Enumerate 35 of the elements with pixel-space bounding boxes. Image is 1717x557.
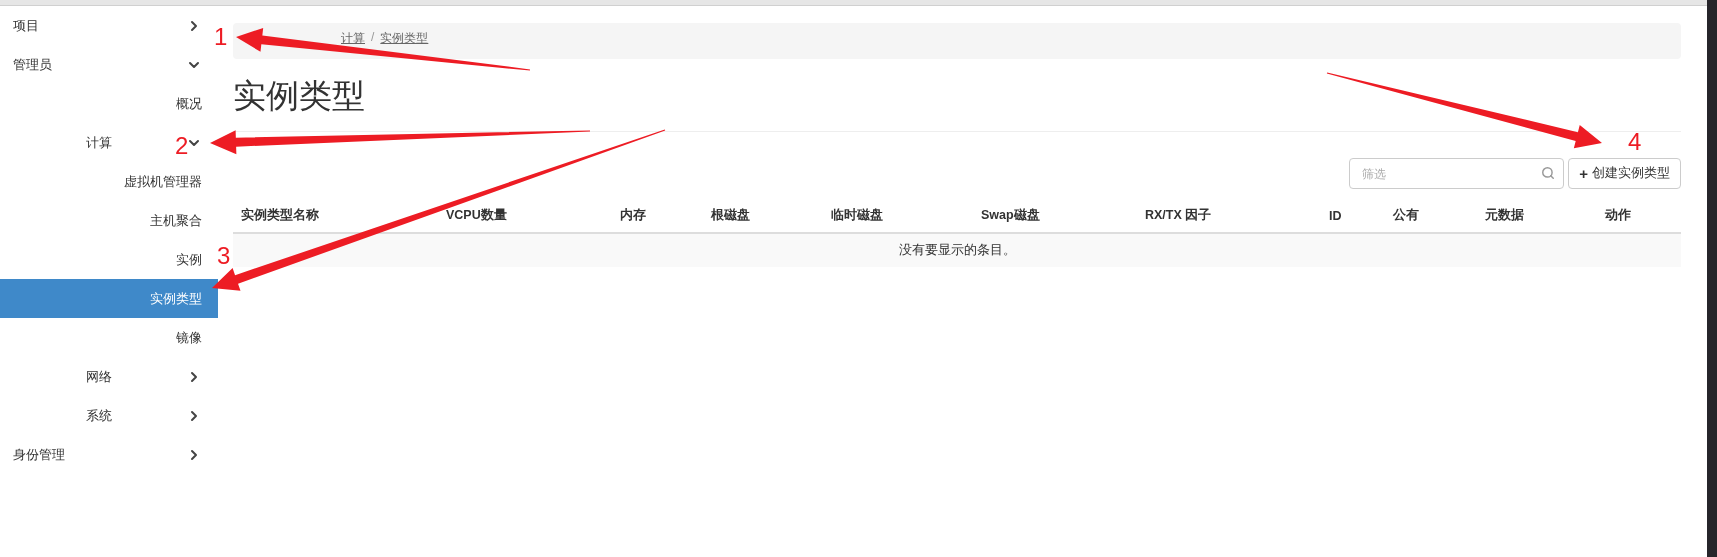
sidebar-item[interactable]: 镜像 — [0, 318, 218, 357]
breadcrumb-link[interactable]: 计算 — [341, 30, 365, 47]
page-title: 实例类型 — [233, 76, 365, 116]
column-header: VCPU数量 — [445, 207, 508, 224]
column-header: RX/TX 因子 — [1144, 207, 1213, 224]
column-header: Swap磁盘 — [980, 207, 1041, 224]
column-header: 元数据 — [1484, 207, 1525, 224]
column-header: 动作 — [1604, 207, 1632, 224]
filter-field[interactable]: 筛选 — [1349, 158, 1565, 189]
column-header: ID — [1328, 208, 1343, 223]
column-header: 根磁盘 — [709, 207, 751, 224]
sidebar-item[interactable]: 实例类型 — [0, 279, 218, 318]
sidebar-item[interactable]: 实例 — [0, 240, 218, 279]
annotation-number: 1 — [214, 23, 228, 50]
sidebar-item[interactable]: 管理员 — [13, 55, 52, 74]
column-header: 公有 — [1392, 207, 1420, 224]
search-icon — [1541, 166, 1556, 180]
column-header: 内存 — [619, 207, 647, 224]
column-header: 临时磁盘 — [830, 207, 884, 224]
annotation-number: 2 — [175, 132, 189, 159]
breadcrumb-separator: / — [371, 30, 375, 44]
annotation-number: 3 — [217, 242, 231, 269]
breadcrumb-link[interactable]: 实例类型 — [380, 30, 429, 47]
sidebar-item[interactable]: 计算 — [86, 133, 112, 152]
sidebar-item[interactable]: 概况 — [0, 84, 218, 123]
column-header: 实例类型名称 — [240, 207, 320, 224]
create-flavor-button[interactable]: + 创建实例类型 — [1568, 158, 1681, 189]
sidebar-item[interactable]: 系统 — [86, 406, 112, 425]
sidebar-item[interactable]: 网络 — [86, 367, 112, 386]
sidebar-item[interactable]: 虚拟机管理器 — [0, 162, 218, 201]
sidebar-item[interactable]: 身份管理 — [13, 445, 65, 464]
empty-message: 没有要显示的条目。 — [898, 242, 1016, 259]
sidebar-item[interactable]: 主机聚合 — [0, 201, 218, 240]
annotation-number: 4 — [1628, 128, 1642, 155]
sidebar-item[interactable]: 项目 — [13, 16, 39, 35]
